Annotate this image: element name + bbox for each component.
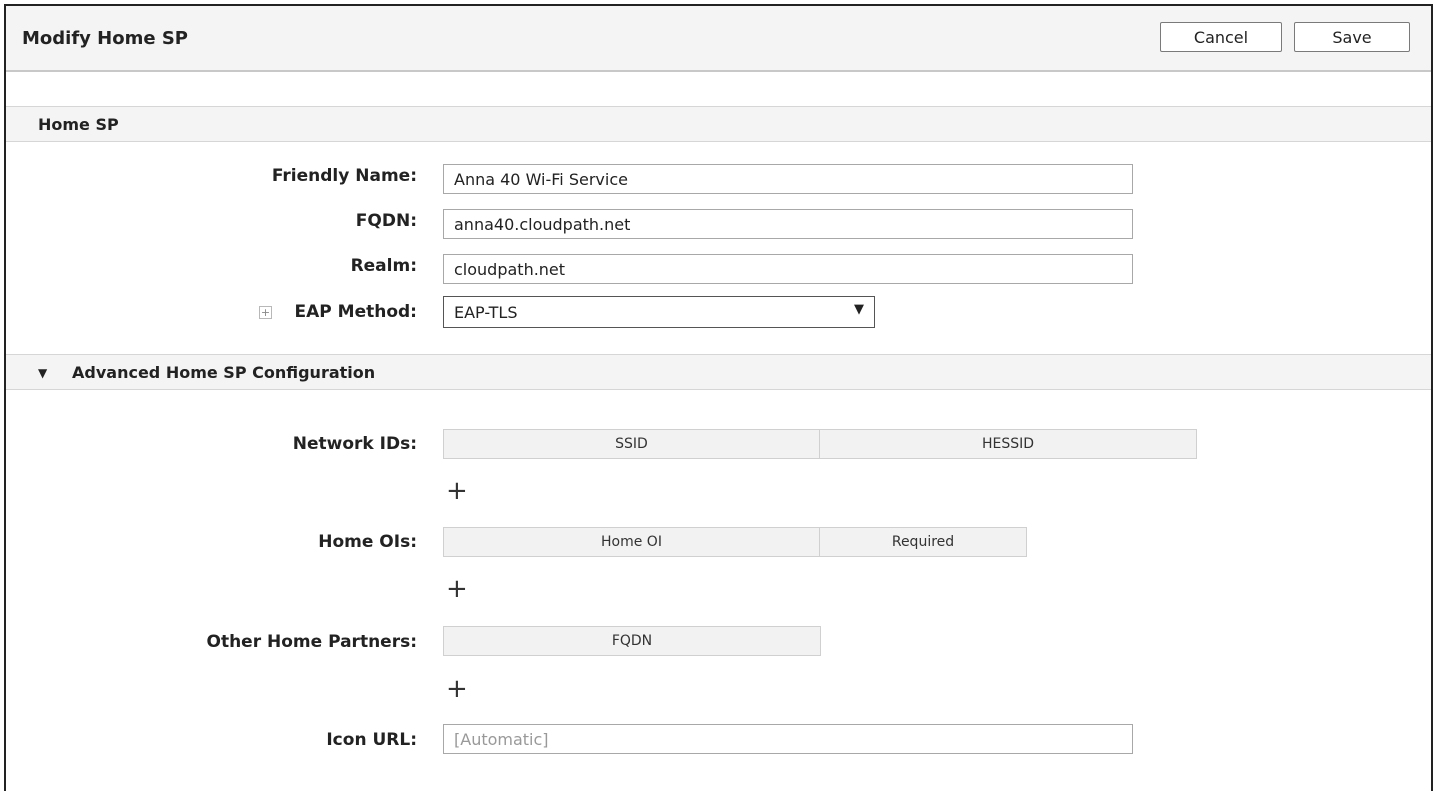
plus-square-icon[interactable]: + (259, 306, 272, 319)
other-home-partners-table-header: FQDN (443, 626, 821, 656)
icon-url-input[interactable] (443, 724, 1133, 754)
column-header-fqdn: FQDN (611, 633, 653, 649)
friendly-name-label: Friendly Name: (271, 166, 417, 186)
eap-method-label: EAP Method: (294, 302, 417, 322)
column-header-ssid: SSID (444, 430, 820, 458)
column-header-required: Required (891, 534, 955, 550)
home-ois-label: Home OIs: (318, 532, 417, 552)
realm-label: Realm: (350, 256, 417, 276)
add-home-partner-icon[interactable]: + (446, 676, 468, 702)
triangle-down-icon: ▼ (854, 302, 864, 317)
eap-method-select[interactable]: EAP-TLS ▼ (443, 296, 875, 328)
friendly-name-input[interactable] (443, 164, 1133, 194)
eap-method-selected-value: EAP-TLS (454, 302, 518, 322)
add-home-oi-icon[interactable]: + (446, 576, 468, 602)
home-ois-table-header: Home OI Required (443, 527, 1027, 557)
home-sp-section-header: Home SP (6, 106, 1431, 142)
network-ids-table-header: SSID HESSID (443, 429, 1197, 459)
panel-header: Modify Home SP Cancel Save (6, 6, 1431, 72)
cancel-button[interactable]: Cancel (1160, 22, 1282, 52)
realm-input[interactable] (443, 254, 1133, 284)
column-header-hessid: HESSID (981, 436, 1035, 452)
add-network-id-icon[interactable]: + (446, 478, 468, 504)
save-button[interactable]: Save (1294, 22, 1410, 52)
other-home-partners-label: Other Home Partners: (206, 632, 418, 652)
column-header-home-oi: Home OI (444, 528, 820, 556)
fqdn-label: FQDN: (355, 211, 417, 231)
modify-home-sp-panel: Modify Home SP Cancel Save Home SP Frien… (4, 4, 1433, 791)
network-ids-label: Network IDs: (292, 434, 417, 454)
section-title: Home SP (38, 115, 119, 134)
fqdn-input[interactable] (443, 209, 1133, 239)
caret-down-icon: ▼ (38, 366, 48, 380)
page-title: Modify Home SP (22, 28, 188, 49)
icon-url-label: Icon URL: (326, 730, 417, 750)
advanced-section-header[interactable]: ▼ Advanced Home SP Configuration (6, 354, 1431, 390)
section-title: Advanced Home SP Configuration (72, 363, 376, 382)
